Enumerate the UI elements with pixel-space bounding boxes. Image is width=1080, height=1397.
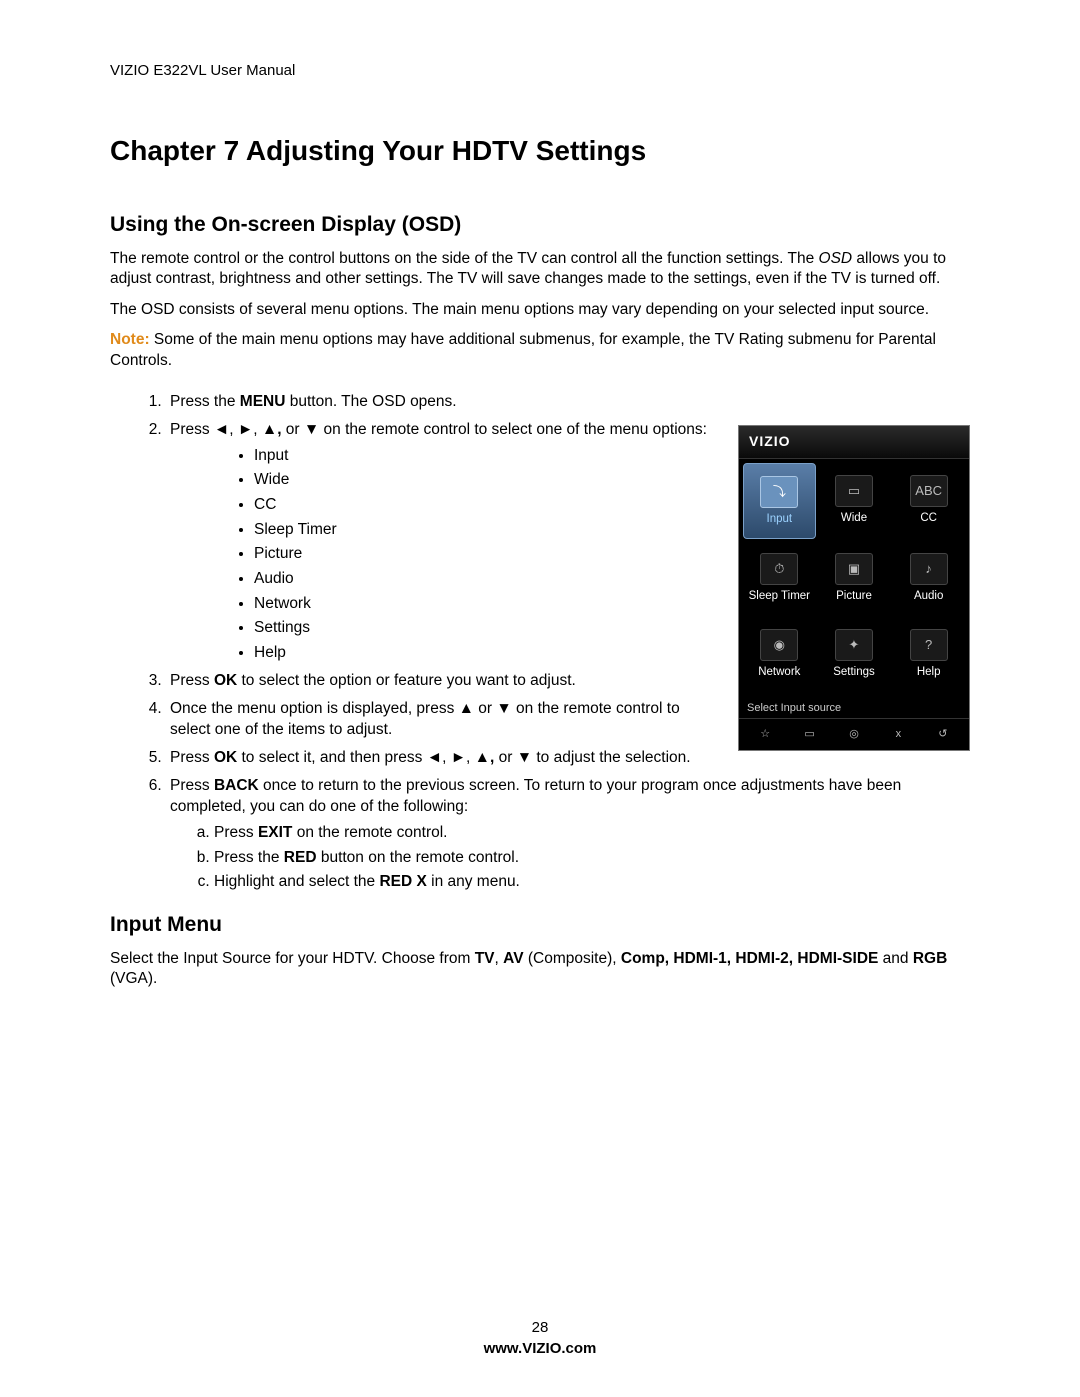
osd-brand: VIZIO — [739, 426, 969, 459]
text: The remote control or the control button… — [110, 250, 819, 267]
input-icon: ⤵ — [760, 476, 798, 508]
picture-icon: ▣ — [835, 553, 873, 585]
osd-bottom-icon[interactable]: ☆ — [743, 727, 787, 742]
osd-item-label: CC — [920, 512, 937, 525]
bold-exit: EXIT — [258, 824, 292, 841]
osd-item-label: Network — [758, 666, 800, 679]
text: to select it, and then press ◄, ►, ▲ — [237, 749, 490, 766]
osd-bottom-icon[interactable]: ↺ — [921, 727, 965, 742]
osd-item-wide[interactable]: ▭ Wide — [818, 463, 891, 537]
sub-step-b: Press the RED button on the remote contr… — [214, 847, 970, 869]
osd-bottom-icon[interactable]: x — [876, 727, 920, 742]
note-paragraph: Note: Some of the main menu options may … — [110, 330, 970, 371]
step-6: Press BACK once to return to the previou… — [166, 775, 970, 893]
osd-item-cc[interactable]: ABC CC — [892, 463, 965, 537]
bold-inputs: Comp, HDMI-1, HDMI-2, HDMI-SIDE — [621, 950, 878, 967]
osd-hint: Select Input source — [739, 695, 969, 718]
bold-red: RED — [284, 849, 317, 866]
text: to select the option or feature you want… — [237, 672, 576, 689]
step-2: VIZIO ⤵ Input ▭ Wide ABC CC ⏱ Sleep Timer ▣ Pictu… — [166, 419, 970, 664]
text: , — [495, 950, 504, 967]
text: Press — [170, 672, 214, 689]
section-heading-osd: Using the On-screen Display (OSD) — [110, 213, 970, 237]
osd-item-label: Settings — [833, 666, 875, 679]
text: Press the — [170, 393, 240, 410]
emphasis-osd: OSD — [819, 250, 853, 267]
section-heading-input: Input Menu — [110, 913, 970, 937]
osd-grid: ⤵ Input ▭ Wide ABC CC ⏱ Sleep Timer ▣ Picture ♪ Aud… — [739, 459, 969, 695]
text: (Composite), — [524, 950, 621, 967]
sleep-timer-icon: ⏱ — [760, 553, 798, 585]
note-label: Note: — [110, 331, 150, 348]
input-paragraph: Select the Input Source for your HDTV. C… — [110, 949, 970, 990]
osd-panel: VIZIO ⤵ Input ▭ Wide ABC CC ⏱ Sleep Timer ▣ Pictu… — [738, 425, 970, 751]
text: Press the — [214, 849, 284, 866]
bold-ok: OK — [214, 749, 237, 766]
text: Press — [170, 777, 214, 794]
bold-menu: MENU — [240, 393, 286, 410]
bold-red-x: RED X — [379, 873, 426, 890]
sub-step-a: Press EXIT on the remote control. — [214, 822, 970, 844]
osd-item-label: Wide — [841, 512, 867, 525]
sub-step-c: Highlight and select the RED X in any me… — [214, 871, 970, 893]
paragraph: The OSD consists of several menu options… — [110, 300, 970, 320]
audio-icon: ♪ — [910, 553, 948, 585]
text: button on the remote control. — [317, 849, 519, 866]
osd-bottom-icon[interactable]: ▭ — [787, 727, 831, 742]
osd-item-help[interactable]: ? Help — [892, 617, 965, 691]
help-icon: ? — [910, 629, 948, 661]
osd-item-label: Input — [767, 513, 793, 526]
page-number: 28 — [0, 1319, 1080, 1336]
osd-screenshot: VIZIO ⤵ Input ▭ Wide ABC CC ⏱ Sleep Timer ▣ Pictu… — [738, 425, 970, 751]
text: Highlight and select the — [214, 873, 379, 890]
text: in any menu. — [427, 873, 520, 890]
sub-steps: Press EXIT on the remote control. Press … — [170, 822, 970, 893]
text: or ▼ on the remote control to select one… — [282, 421, 707, 438]
page-footer: 28 www.VIZIO.com — [0, 1319, 1080, 1357]
text: Select the Input Source for your HDTV. C… — [110, 950, 475, 967]
text: and — [878, 950, 912, 967]
bold-tv: TV — [475, 950, 495, 967]
osd-item-network[interactable]: ◉ Network — [743, 617, 816, 691]
osd-item-label: Picture — [836, 590, 872, 603]
manual-page: VIZIO E322VL User Manual Chapter 7 Adjus… — [0, 0, 1080, 1397]
bold-av: AV — [503, 950, 523, 967]
osd-bottom-bar: ☆▭◎x↺ — [739, 718, 969, 750]
footer-url: www.VIZIO.com — [0, 1340, 1080, 1357]
osd-item-label: Help — [917, 666, 941, 679]
text: once to return to the previous screen. T… — [170, 777, 901, 816]
wide-icon: ▭ — [835, 475, 873, 507]
network-icon: ◉ — [760, 629, 798, 661]
osd-item-audio[interactable]: ♪ Audio — [892, 541, 965, 615]
steps-list: Press the MENU button. The OSD opens. VI… — [110, 391, 970, 893]
settings-icon: ✦ — [835, 629, 873, 661]
text: Press ◄, ►, ▲ — [170, 421, 277, 438]
bold-rgb: RGB — [913, 950, 947, 967]
text: Press — [170, 749, 214, 766]
osd-item-settings[interactable]: ✦ Settings — [818, 617, 891, 691]
step-1: Press the MENU button. The OSD opens. — [166, 391, 970, 413]
chapter-title: Chapter 7 Adjusting Your HDTV Settings — [110, 135, 970, 167]
note-text: Some of the main menu options may have a… — [110, 331, 936, 368]
osd-item-input[interactable]: ⤵ Input — [743, 463, 816, 539]
text: on the remote control. — [292, 824, 447, 841]
text: Press — [214, 824, 258, 841]
doc-header: VIZIO E322VL User Manual — [110, 62, 970, 79]
osd-bottom-icon[interactable]: ◎ — [832, 727, 876, 742]
osd-item-label: Audio — [914, 590, 943, 603]
bold-ok: OK — [214, 672, 237, 689]
cc-icon: ABC — [910, 475, 948, 507]
text: or ▼ to adjust the selection. — [494, 749, 690, 766]
osd-item-sleep-timer[interactable]: ⏱ Sleep Timer — [743, 541, 816, 615]
text: (VGA). — [110, 970, 157, 987]
text: button. The OSD opens. — [285, 393, 456, 410]
paragraph: The remote control or the control button… — [110, 249, 970, 290]
osd-item-label: Sleep Timer — [749, 590, 810, 603]
bold-back: BACK — [214, 777, 259, 794]
osd-item-picture[interactable]: ▣ Picture — [818, 541, 891, 615]
